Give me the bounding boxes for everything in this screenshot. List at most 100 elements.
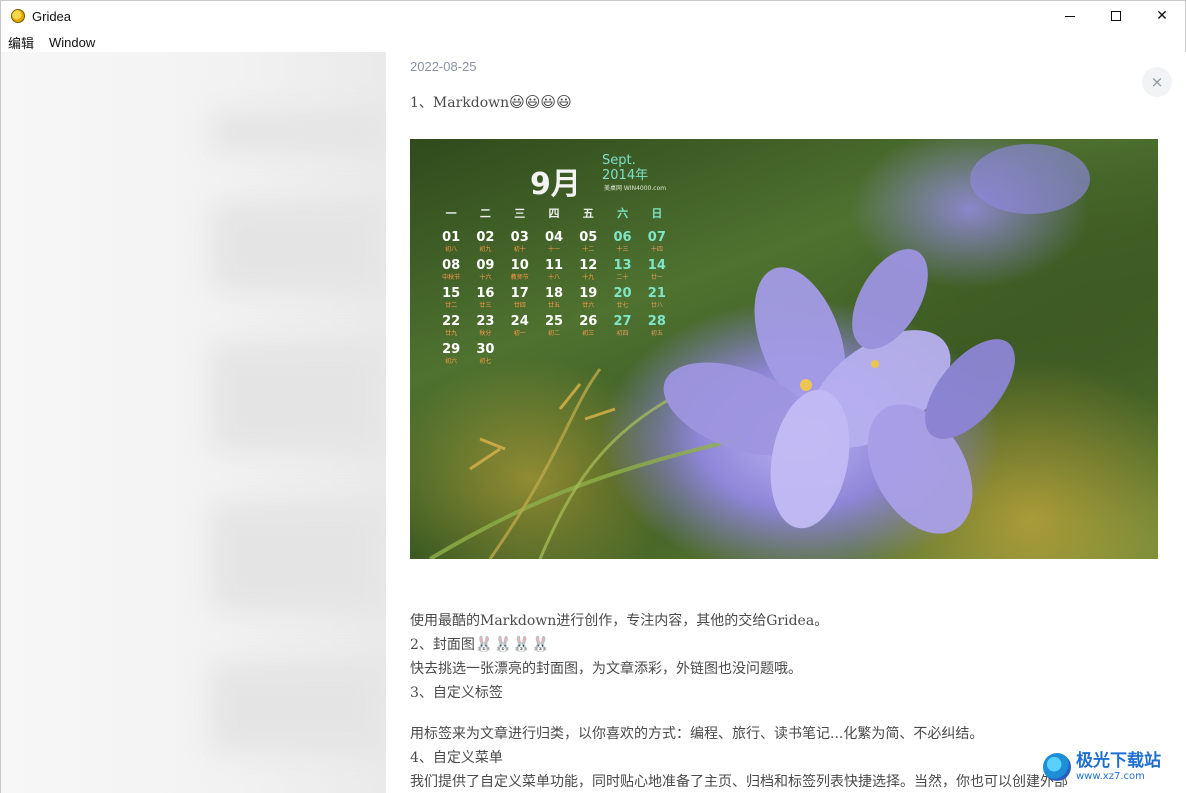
calendar-day: 04 十一 xyxy=(537,231,571,257)
calendar-day-number: 18 xyxy=(544,286,564,301)
calendar-day-number: 01 xyxy=(442,230,461,245)
calendar-day: 20 廿七 xyxy=(605,287,639,313)
calendar-day: 17 廿四 xyxy=(503,287,537,313)
post-list-sidebar xyxy=(1,52,386,793)
calendar-sept: Sept. xyxy=(602,153,636,168)
calendar-day: 18 廿五 xyxy=(537,287,571,313)
calendar-day xyxy=(503,343,537,369)
heading-text: 2、封面图 xyxy=(410,637,475,653)
calendar-day: 01 初八 xyxy=(434,231,468,257)
blurred-item xyxy=(211,112,386,152)
calendar-day: 09 十六 xyxy=(468,259,502,285)
calendar-day-number: 24 xyxy=(510,314,529,329)
calendar-lunar-date: 初五 xyxy=(650,330,663,337)
paragraph-menu: 我们提供了自定义菜单功能，同时贴心地准备了主页、归档和标签列表快捷选择。当然，你… xyxy=(410,774,1068,790)
calendar-lunar-date: 初四 xyxy=(616,330,629,337)
paragraph-cover: 快去挑选一张漂亮的封面图，为文章添彩，外链图也没问题哦。 xyxy=(410,661,802,677)
calendar-day: 30 初七 xyxy=(468,343,502,369)
calendar-day-number: 28 xyxy=(647,314,666,329)
calendar-day: 26 初三 xyxy=(571,315,605,341)
smiley-emoji: 😃😃😃😃 xyxy=(509,93,572,111)
calendar-day: 22 廿九 xyxy=(434,315,468,341)
calendar-day: 12 十九 xyxy=(571,259,605,285)
calendar-day: 08 中秋节 xyxy=(434,259,468,285)
calendar-day-number: 19 xyxy=(579,286,598,301)
calendar-day: 05 十二 xyxy=(571,231,605,257)
calendar-lunar-date: 十六 xyxy=(479,274,492,281)
blurred-item xyxy=(211,342,386,452)
app-logo-icon xyxy=(11,9,25,23)
calendar-lunar-date: 廿二 xyxy=(445,302,458,309)
calendar-lunar-date: 初八 xyxy=(445,246,458,253)
calendar-lunar-date: 秋分 xyxy=(479,330,492,337)
calendar-day-number: 23 xyxy=(476,314,495,329)
calendar-day-number: 02 xyxy=(476,230,495,245)
calendar-day-number: 17 xyxy=(510,286,529,301)
close-icon: × xyxy=(1150,73,1164,91)
calendar-day-number: 29 xyxy=(442,342,461,357)
calendar-day-number: 10 xyxy=(510,258,529,273)
paragraph-markdown: 使用最酷的Markdown进行创作，专注内容，其他的交给Gridea。 xyxy=(410,613,829,629)
blurred-item xyxy=(211,202,386,292)
calendar-day: 24 初一 xyxy=(503,315,537,341)
calendar-day-number: 14 xyxy=(647,258,666,273)
paragraph-tags: 用标签来为文章进行归类，以你喜欢的方式：编程、旅行、读书笔记...化繁为简、不必… xyxy=(410,726,984,742)
calendar-day-number: 15 xyxy=(442,286,461,301)
calendar-lunar-date: 廿八 xyxy=(650,302,663,309)
calendar-day: 03 初十 xyxy=(503,231,537,257)
calendar-lunar-date: 廿三 xyxy=(479,302,492,309)
maximize-icon xyxy=(1111,11,1121,21)
minimize-button[interactable] xyxy=(1047,1,1093,31)
calendar-day-number: 13 xyxy=(613,258,632,273)
calendar-day: 27 初四 xyxy=(605,315,639,341)
calendar-lunar-date: 初三 xyxy=(582,330,595,337)
calendar-lunar-date: 初七 xyxy=(479,358,492,365)
post-date: 2022-08-25 xyxy=(410,59,477,74)
calendar-day-number: 26 xyxy=(579,314,598,329)
calendar-lunar-date: 廿九 xyxy=(445,330,458,337)
calendar-day: 15 廿二 xyxy=(434,287,468,313)
calendar-lunar-date: 初二 xyxy=(547,330,560,337)
calendar-day-number: 22 xyxy=(442,314,461,329)
close-window-button[interactable]: ✕ xyxy=(1139,1,1185,31)
calendar-lunar-date: 廿五 xyxy=(547,302,560,309)
calendar-day: 02 初九 xyxy=(468,231,502,257)
calendar-lunar-date: 初九 xyxy=(479,246,492,253)
watermark-name: 极光下载站 xyxy=(1076,751,1161,771)
heading-tags: 3、自定义标签 xyxy=(410,685,503,701)
blurred-item xyxy=(211,662,386,752)
calendar-grid: 一二三四五六日 01 初八 02 初九 03 初十 04 十一 05 十二 06 十三 07 十四 08 中秋节… xyxy=(434,205,674,369)
calendar-lunar-date: 中秋节 xyxy=(442,274,461,281)
blurred-item xyxy=(211,502,386,612)
calendar-lunar-date: 十二 xyxy=(582,246,595,253)
calendar-weekday: 六 xyxy=(617,207,629,220)
maximize-button[interactable] xyxy=(1093,1,1139,31)
calendar-year: 2014年 xyxy=(602,168,649,183)
calendar-lunar-date: 十八 xyxy=(547,274,560,281)
calendar-day-number: 12 xyxy=(579,258,598,273)
calendar-day-number: 03 xyxy=(510,230,529,245)
calendar-weekday: 日 xyxy=(651,207,663,220)
close-preview-button[interactable]: × xyxy=(1142,67,1172,97)
calendar-day xyxy=(640,343,674,369)
calendar-lunar-date: 十一 xyxy=(547,246,560,253)
calendar-day-number: 04 xyxy=(544,230,564,245)
calendar-day-number: 27 xyxy=(613,314,632,329)
calendar-day: 10 教师节 xyxy=(503,259,537,285)
calendar-day: 16 廿三 xyxy=(468,287,502,313)
minimize-icon xyxy=(1065,15,1075,17)
calendar-month-en: Sept. 2014年 xyxy=(602,153,648,183)
menu-bar: 编辑 Window xyxy=(1,32,103,52)
calendar-lunar-date: 十四 xyxy=(650,246,663,253)
close-icon: ✕ xyxy=(1156,8,1168,24)
calendar-lunar-date: 廿七 xyxy=(616,302,629,309)
menu-edit[interactable]: 编辑 xyxy=(8,33,34,52)
calendar-lunar-date: 廿四 xyxy=(513,302,526,309)
calendar-day-number: 08 xyxy=(442,258,461,273)
watermark-logo-icon xyxy=(1043,753,1071,781)
calendar-day: 06 十三 xyxy=(605,231,639,257)
calendar-lunar-date: 教师节 xyxy=(510,274,529,281)
calendar-day xyxy=(571,343,605,369)
cover-image: 9月 Sept. 2014年 美桌网 WIN4000.com 一 二 三 四 五 六 日 01… xyxy=(410,139,1158,559)
menu-window[interactable]: Window xyxy=(49,35,95,50)
